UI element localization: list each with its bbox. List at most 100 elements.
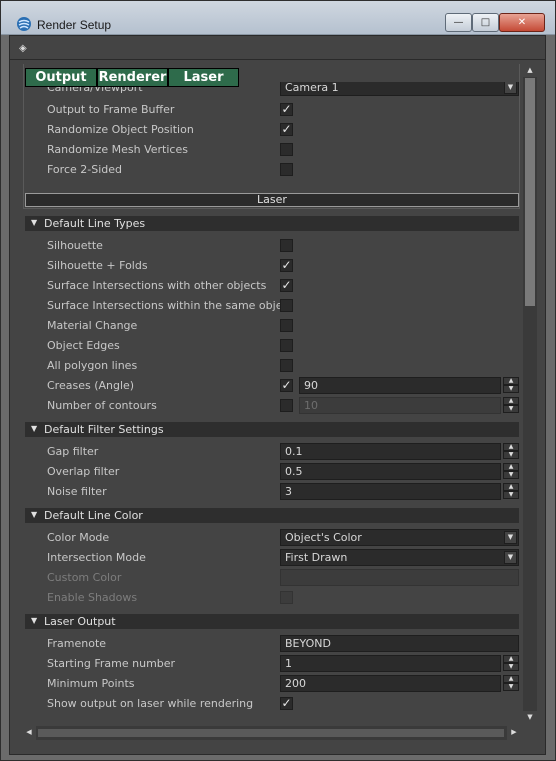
starting-frame-input[interactable]: 1 — [280, 655, 501, 672]
output-frame-buffer-label: Output to Frame Buffer — [47, 103, 175, 116]
section-laser-output[interactable]: ▼ Laser Output — [25, 614, 519, 629]
intersection-mode-dropdown[interactable]: First Drawn ▼ — [280, 549, 519, 566]
minimize-button[interactable]: — — [445, 13, 472, 32]
spin-down-icon[interactable]: ▼ — [503, 491, 519, 499]
spin-up-icon[interactable]: ▲ — [503, 675, 519, 683]
overlap-filter-input[interactable]: 0.5 — [280, 463, 501, 480]
section-default-filter-settings[interactable]: ▼ Default Filter Settings — [25, 422, 519, 437]
creases-angle-checkbox[interactable]: ✓ — [280, 379, 293, 392]
row-material-change: Material Change — [22, 316, 521, 336]
color-mode-label: Color Mode — [47, 531, 110, 544]
window-title: Render Setup — [37, 18, 112, 32]
creases-angle-input[interactable]: 90 — [299, 377, 501, 394]
spin-up-icon[interactable]: ▲ — [503, 463, 519, 471]
row-enable-shadows: Enable Shadows — [22, 588, 521, 608]
horizontal-scrollbar[interactable]: ◀ ▶ — [22, 726, 521, 740]
custom-color-swatch[interactable] — [280, 569, 519, 586]
section-title: Default Line Color — [44, 509, 143, 522]
randomize-vertices-label: Randomize Mesh Vertices — [47, 143, 188, 156]
spin-down-icon[interactable]: ▼ — [503, 405, 519, 413]
row-custom-color: Custom Color — [22, 568, 521, 588]
overlap-filter-spinner[interactable]: ▲ ▼ — [503, 463, 519, 480]
randomize-position-checkbox[interactable]: ✓ — [280, 123, 293, 136]
title-bar[interactable]: Render Setup — □ ✕ — [1, 1, 555, 35]
render-setup-window: Render Setup — □ ✕ ◈ Output Renderer Las… — [0, 0, 556, 761]
vertical-scroll-thumb[interactable] — [525, 78, 535, 306]
starting-frame-spinner[interactable]: ▲ ▼ — [503, 655, 519, 672]
silhouette-folds-checkbox[interactable]: ✓ — [280, 259, 293, 272]
chevron-down-icon: ▼ — [504, 531, 517, 544]
output-frame-buffer-checkbox[interactable]: ✓ — [280, 103, 293, 116]
force-2-sided-checkbox[interactable] — [280, 163, 293, 176]
all-polygon-lines-checkbox[interactable] — [280, 359, 293, 372]
spin-down-icon[interactable]: ▼ — [503, 471, 519, 479]
framenote-input[interactable]: BEYOND — [280, 635, 519, 652]
spin-down-icon[interactable]: ▼ — [503, 663, 519, 671]
color-mode-dropdown[interactable]: Object's Color ▼ — [280, 529, 519, 546]
horizontal-scroll-thumb[interactable] — [38, 729, 504, 737]
scroll-left-icon[interactable]: ◀ — [22, 726, 36, 740]
force-2-sided-label: Force 2-Sided — [47, 163, 122, 176]
section-title: Default Filter Settings — [44, 423, 164, 436]
object-edges-checkbox[interactable] — [280, 339, 293, 352]
noise-filter-input[interactable]: 3 — [280, 483, 501, 500]
silhouette-checkbox[interactable] — [280, 239, 293, 252]
creases-angle-spinner[interactable]: ▲ ▼ — [503, 377, 519, 394]
section-default-line-types[interactable]: ▼ Default Line Types — [25, 216, 519, 231]
starting-frame-label: Starting Frame number — [47, 657, 176, 670]
scroll-right-icon[interactable]: ▶ — [507, 726, 521, 740]
noise-filter-spinner[interactable]: ▲ ▼ — [503, 483, 519, 500]
spin-down-icon[interactable]: ▼ — [503, 683, 519, 691]
surface-intersections-other-checkbox[interactable]: ✓ — [280, 279, 293, 292]
spin-down-icon[interactable]: ▼ — [503, 385, 519, 393]
collapse-triangle-icon: ▼ — [31, 218, 38, 227]
minimum-points-input[interactable]: 200 — [280, 675, 501, 692]
tab-renderer[interactable]: Renderer — [97, 68, 168, 87]
silhouette-folds-label: Silhouette + Folds — [47, 259, 148, 272]
row-creases-angle: Creases (Angle) ✓ 90 ▲ ▼ — [22, 376, 521, 396]
row-noise-filter: Noise filter 3 ▲ ▼ — [22, 482, 521, 502]
collapse-triangle-icon: ▼ — [31, 510, 38, 519]
material-change-checkbox[interactable] — [280, 319, 293, 332]
surface-intersections-other-label: Surface Intersections with other objects — [47, 279, 267, 292]
camera-viewport-dropdown[interactable]: Camera 1 ▼ — [280, 82, 519, 96]
scroll-down-icon[interactable]: ▼ — [523, 711, 537, 724]
surface-intersections-same-label: Surface Intersections within the same ob… — [47, 299, 293, 312]
section-default-line-color[interactable]: ▼ Default Line Color — [25, 508, 519, 523]
maximize-button[interactable]: □ — [472, 13, 499, 32]
number-of-contours-input[interactable]: 10 — [299, 397, 501, 414]
gap-filter-input[interactable]: 0.1 — [280, 443, 501, 460]
spin-up-icon[interactable]: ▲ — [503, 397, 519, 405]
number-of-contours-spinner[interactable]: ▲ ▼ — [503, 397, 519, 414]
surface-intersections-same-checkbox[interactable] — [280, 299, 293, 312]
tab-laser[interactable]: Laser — [168, 68, 239, 87]
spin-down-icon[interactable]: ▼ — [503, 451, 519, 459]
row-overlap-filter: Overlap filter 0.5 ▲ ▼ — [22, 462, 521, 482]
tab-bar: Output Renderer Laser — [25, 68, 239, 87]
gap-filter-spinner[interactable]: ▲ ▼ — [503, 443, 519, 460]
tab-output[interactable]: Output — [25, 68, 97, 87]
spin-up-icon[interactable]: ▲ — [503, 483, 519, 491]
number-of-contours-checkbox[interactable] — [280, 399, 293, 412]
show-output-laser-label: Show output on laser while rendering — [47, 697, 254, 710]
chevron-down-icon: ▼ — [504, 551, 517, 564]
settings-scroll-area[interactable]: Output Renderer Laser Camera/Viewport Ca… — [22, 64, 521, 724]
spin-up-icon[interactable]: ▲ — [503, 443, 519, 451]
row-randomize-vertices: Randomize Mesh Vertices — [22, 140, 521, 160]
number-of-contours-label: Number of contours — [47, 399, 157, 412]
show-output-laser-checkbox[interactable]: ✓ — [280, 697, 293, 710]
row-randomize-position: Randomize Object Position ✓ — [22, 120, 521, 140]
spin-up-icon[interactable]: ▲ — [503, 377, 519, 385]
close-button[interactable]: ✕ — [499, 13, 545, 32]
menu-diamond-icon[interactable]: ◈ — [19, 43, 27, 54]
laser-rollout-header[interactable]: Laser — [25, 193, 519, 207]
section-title: Default Line Types — [44, 217, 146, 230]
enable-shadows-checkbox[interactable] — [280, 591, 293, 604]
randomize-vertices-checkbox[interactable] — [280, 143, 293, 156]
vertical-scrollbar[interactable]: ▲ ▼ — [523, 64, 537, 724]
camera-viewport-value: Camera 1 — [285, 82, 339, 94]
spin-up-icon[interactable]: ▲ — [503, 655, 519, 663]
scroll-up-icon[interactable]: ▲ — [523, 64, 537, 77]
section-title: Laser Output — [44, 615, 116, 628]
minimum-points-spinner[interactable]: ▲ ▼ — [503, 675, 519, 692]
